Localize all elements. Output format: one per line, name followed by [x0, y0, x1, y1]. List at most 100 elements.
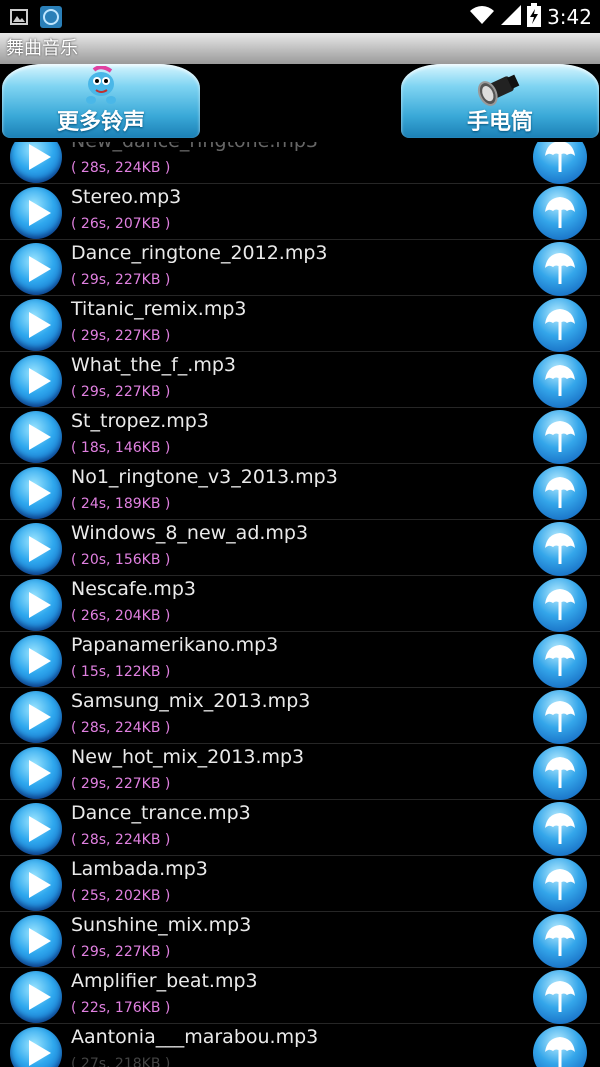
set-ringtone-icon[interactable]: [533, 186, 587, 240]
list-item[interactable]: New_hot_mix_2013.mp3 ( 29s, 227KB ): [0, 744, 600, 800]
more-ringtones-label: 更多铃声: [56, 110, 145, 135]
status-bar: 3:42: [0, 0, 600, 33]
track-meta: ( 29s, 227KB ): [71, 272, 171, 288]
set-ringtone-icon[interactable]: [533, 578, 587, 632]
track-meta: ( 29s, 227KB ): [71, 384, 171, 400]
track-meta: ( 20s, 156KB ): [71, 552, 171, 568]
track-name: Samsung_mix_2013.mp3: [71, 690, 311, 712]
track-name: What_the_f_.mp3: [71, 354, 236, 376]
track-name: Titanic_remix.mp3: [71, 298, 247, 320]
list-item[interactable]: Papanamerikano.mp3 ( 15s, 122KB ): [0, 632, 600, 688]
track-meta: ( 18s, 146KB ): [71, 440, 171, 456]
set-ringtone-icon[interactable]: [533, 298, 587, 352]
ringtone-list[interactable]: New_dance_ringtone.mp3 ( 28s, 224KB ) St…: [0, 142, 600, 1067]
set-ringtone-icon[interactable]: [533, 690, 587, 744]
track-name: Aantonia___marabou.mp3: [71, 1026, 319, 1048]
track-name: Stereo.mp3: [71, 186, 182, 208]
play-icon[interactable]: [10, 1027, 62, 1067]
track-name: No1_ringtone_v3_2013.mp3: [71, 466, 338, 488]
app-title-bar: 舞曲音乐: [0, 33, 600, 64]
track-meta: ( 28s, 224KB ): [71, 720, 171, 736]
track-name: Papanamerikano.mp3: [71, 634, 279, 656]
set-ringtone-icon[interactable]: [533, 410, 587, 464]
play-icon[interactable]: [10, 243, 62, 295]
set-ringtone-icon[interactable]: [533, 242, 587, 296]
track-meta: ( 25s, 202KB ): [71, 888, 171, 904]
track-name: Amplifier_beat.mp3: [71, 970, 258, 992]
app-title: 舞曲音乐: [6, 38, 78, 59]
play-icon[interactable]: [10, 467, 62, 519]
play-icon[interactable]: [10, 635, 62, 687]
track-name: Dance_ringtone_2012.mp3: [71, 242, 328, 264]
list-item[interactable]: Windows_8_new_ad.mp3 ( 20s, 156KB ): [0, 520, 600, 576]
clock: 3:42: [547, 5, 592, 29]
track-meta: ( 24s, 189KB ): [71, 496, 171, 512]
list-item[interactable]: Lambada.mp3 ( 25s, 202KB ): [0, 856, 600, 912]
set-ringtone-icon[interactable]: [533, 970, 587, 1024]
track-meta: ( 26s, 207KB ): [71, 216, 171, 232]
list-item[interactable]: Titanic_remix.mp3 ( 29s, 227KB ): [0, 296, 600, 352]
play-icon[interactable]: [10, 523, 62, 575]
list-item[interactable]: Samsung_mix_2013.mp3 ( 28s, 224KB ): [0, 688, 600, 744]
track-meta: ( 29s, 227KB ): [71, 776, 171, 792]
set-ringtone-icon[interactable]: [533, 466, 587, 520]
set-ringtone-icon[interactable]: [533, 522, 587, 576]
play-icon[interactable]: [10, 747, 62, 799]
list-item[interactable]: What_the_f_.mp3 ( 29s, 227KB ): [0, 352, 600, 408]
wifi-icon: [469, 5, 495, 29]
play-icon[interactable]: [10, 187, 62, 239]
list-item[interactable]: New_dance_ringtone.mp3 ( 28s, 224KB ): [0, 142, 600, 184]
track-name: Windows_8_new_ad.mp3: [71, 522, 309, 544]
play-icon[interactable]: [10, 971, 62, 1023]
list-item[interactable]: Nescafe.mp3 ( 26s, 204KB ): [0, 576, 600, 632]
track-name: New_hot_mix_2013.mp3: [71, 746, 305, 768]
track-meta: ( 29s, 227KB ): [71, 944, 171, 960]
track-meta: ( 22s, 176KB ): [71, 1000, 171, 1016]
flashlight-label: 手电筒: [466, 110, 533, 135]
track-name: New_dance_ringtone.mp3: [71, 142, 318, 152]
list-item[interactable]: St_tropez.mp3 ( 18s, 146KB ): [0, 408, 600, 464]
set-ringtone-icon[interactable]: [533, 354, 587, 408]
set-ringtone-icon[interactable]: [533, 1026, 587, 1067]
list-item[interactable]: Aantonia___marabou.mp3 ( 27s, 218KB ): [0, 1024, 600, 1067]
track-name: Dance_trance.mp3: [71, 802, 251, 824]
track-meta: ( 28s, 224KB ): [71, 160, 171, 176]
track-meta: ( 29s, 227KB ): [71, 328, 171, 344]
play-icon[interactable]: [10, 859, 62, 911]
list-item[interactable]: Stereo.mp3 ( 26s, 207KB ): [0, 184, 600, 240]
play-icon[interactable]: [10, 411, 62, 463]
play-icon[interactable]: [10, 579, 62, 631]
signal-icon: [501, 5, 522, 29]
play-icon[interactable]: [10, 691, 62, 743]
play-icon[interactable]: [10, 355, 62, 407]
track-meta: ( 15s, 122KB ): [71, 664, 171, 680]
set-ringtone-icon[interactable]: [533, 914, 587, 968]
list-item[interactable]: Amplifier_beat.mp3 ( 22s, 176KB ): [0, 968, 600, 1024]
track-meta: ( 28s, 224KB ): [71, 832, 171, 848]
track-name: Lambada.mp3: [71, 858, 208, 880]
set-ringtone-icon[interactable]: [533, 802, 587, 856]
set-ringtone-icon[interactable]: [533, 634, 587, 688]
list-item[interactable]: Dance_trance.mp3 ( 28s, 224KB ): [0, 800, 600, 856]
flashlight-button[interactable]: 手电筒: [401, 64, 599, 138]
top-tab-bar: 更多铃声 手电筒: [0, 64, 600, 142]
list-item[interactable]: No1_ringtone_v3_2013.mp3 ( 24s, 189KB ): [0, 464, 600, 520]
set-ringtone-icon[interactable]: [533, 746, 587, 800]
set-ringtone-icon[interactable]: [533, 858, 587, 912]
battery-charging-icon: [527, 3, 542, 31]
track-name: Sunshine_mix.mp3: [71, 914, 252, 936]
app-notification-icon: [40, 6, 62, 32]
more-ringtones-button[interactable]: 更多铃声: [2, 64, 200, 138]
play-icon[interactable]: [10, 142, 62, 183]
play-icon[interactable]: [10, 299, 62, 351]
list-item[interactable]: Dance_ringtone_2012.mp3 ( 29s, 227KB ): [0, 240, 600, 296]
track-meta: ( 27s, 218KB ): [71, 1056, 171, 1067]
play-icon[interactable]: [10, 915, 62, 967]
track-name: St_tropez.mp3: [71, 410, 209, 432]
play-icon[interactable]: [10, 803, 62, 855]
list-item[interactable]: Sunshine_mix.mp3 ( 29s, 227KB ): [0, 912, 600, 968]
track-meta: ( 26s, 204KB ): [71, 608, 171, 624]
image-notification-icon: [10, 9, 28, 29]
set-ringtone-icon[interactable]: [533, 142, 587, 184]
track-name: Nescafe.mp3: [71, 578, 196, 600]
